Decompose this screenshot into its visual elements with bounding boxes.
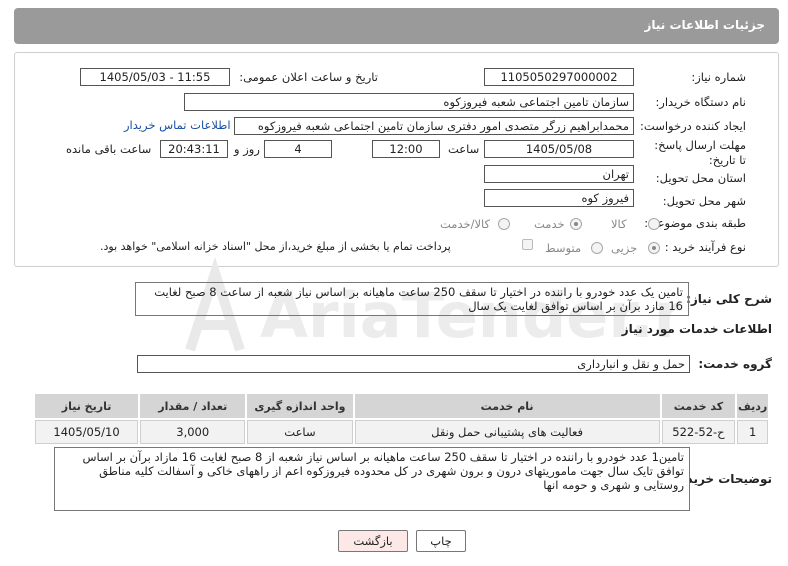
- page-header: جزئیات اطلاعات نیاز: [14, 8, 779, 44]
- province-field[interactable]: تهران: [484, 165, 634, 183]
- col-unit-header: واحد اندازه گیری: [247, 394, 353, 418]
- treasury-note: پرداخت تمام یا بخشی از مبلغ خرید،از محل …: [100, 240, 451, 253]
- category-option-goods-service: کالا/خدمت: [440, 217, 491, 231]
- remaining-time-label: ساعت باقی مانده: [66, 142, 152, 156]
- deadline-date-field[interactable]: 1405/05/08: [484, 140, 634, 158]
- announce-datetime-field[interactable]: 1405/05/03 - 11:55: [80, 68, 230, 86]
- buyer-org-field[interactable]: سازمان تامین اجتماعی شعبه فیروزکوه: [184, 93, 634, 111]
- cell-service-name: فعالیت های پشتیبانی حمل ونقل: [354, 420, 660, 444]
- process-option-minor: جزیی: [611, 241, 638, 255]
- process-type-label: نوع فرآیند خرید :: [664, 240, 746, 254]
- city-label: شهر محل تحویل:: [662, 194, 746, 208]
- service-group-label: گروه خدمت:: [698, 357, 772, 371]
- buyer-contact-link[interactable]: اطلاعات تماس خریدار: [124, 118, 231, 132]
- deadline-time-field[interactable]: 12:00: [372, 140, 440, 158]
- print-button[interactable]: چاپ: [416, 530, 466, 552]
- table-row: 1 ح-52-522 فعالیت های پشتیبانی حمل ونقل …: [35, 420, 768, 444]
- deadline-label: مهلت ارسال پاسخ: تا تاریخ:: [654, 138, 746, 167]
- services-table: ردیف کد خدمت نام خدمت واحد اندازه گیری ت…: [33, 392, 770, 446]
- description-textarea[interactable]: تامین یک عدد خودرو با راننده در اختیار ت…: [135, 282, 689, 316]
- col-row-header: ردیف: [737, 394, 768, 418]
- announce-datetime-label: تاریخ و ساعت اعلان عمومی:: [239, 70, 378, 84]
- province-label: استان محل تحویل:: [655, 171, 746, 185]
- col-date-header: تاریخ نیاز: [35, 394, 139, 418]
- category-option-goods: کالا: [611, 217, 627, 231]
- buyer-notes-textarea[interactable]: تامین1 عدد خودرو با راننده در اختیار تا …: [54, 447, 690, 511]
- cell-service-code: ح-52-522: [661, 420, 736, 444]
- treasury-checkbox[interactable]: [522, 239, 533, 250]
- remaining-time-field[interactable]: 20:43:11: [160, 140, 228, 158]
- need-number-field[interactable]: 1105050297000002: [484, 68, 634, 86]
- col-qty-header: تعداد / مقدار: [140, 394, 246, 418]
- days-label: روز و: [234, 142, 260, 156]
- creator-field[interactable]: محمدابراهیم زرگر متصدی امور دفتری سازمان…: [234, 117, 634, 135]
- category-option-service: خدمت: [534, 217, 565, 231]
- buyer-org-label: نام دستگاه خریدار:: [655, 95, 746, 109]
- service-group-field[interactable]: حمل و نقل و انبارداری: [137, 355, 690, 373]
- cell-quantity: 3,000: [140, 420, 246, 444]
- process-option-medium: متوسط: [545, 241, 582, 255]
- process-radio-minor[interactable]: [648, 242, 660, 254]
- cell-need-date: 1405/05/10: [35, 420, 139, 444]
- description-label: شرح کلی نیاز:: [686, 292, 772, 306]
- deadline-time-label: ساعت: [448, 142, 480, 156]
- city-field[interactable]: فیروز کوه: [484, 189, 634, 207]
- creator-label: ایجاد کننده درخواست:: [640, 119, 746, 133]
- category-radio-goods-service[interactable]: [498, 218, 510, 230]
- back-button[interactable]: بازگشت: [338, 530, 408, 552]
- process-radio-medium[interactable]: [591, 242, 603, 254]
- need-number-label: شماره نیاز:: [691, 70, 746, 84]
- table-header-row: ردیف کد خدمت نام خدمت واحد اندازه گیری ت…: [35, 394, 768, 418]
- cell-unit: ساعت: [247, 420, 353, 444]
- category-radio-service[interactable]: [570, 218, 582, 230]
- category-radio-goods[interactable]: [648, 218, 660, 230]
- days-remaining-field[interactable]: 4: [264, 140, 332, 158]
- page-title: جزئیات اطلاعات نیاز: [644, 18, 765, 32]
- col-name-header: نام خدمت: [354, 394, 660, 418]
- cell-row-number: 1: [737, 420, 768, 444]
- col-code-header: کد خدمت: [661, 394, 736, 418]
- services-section-title: اطلاعات خدمات مورد نیاز: [621, 322, 772, 336]
